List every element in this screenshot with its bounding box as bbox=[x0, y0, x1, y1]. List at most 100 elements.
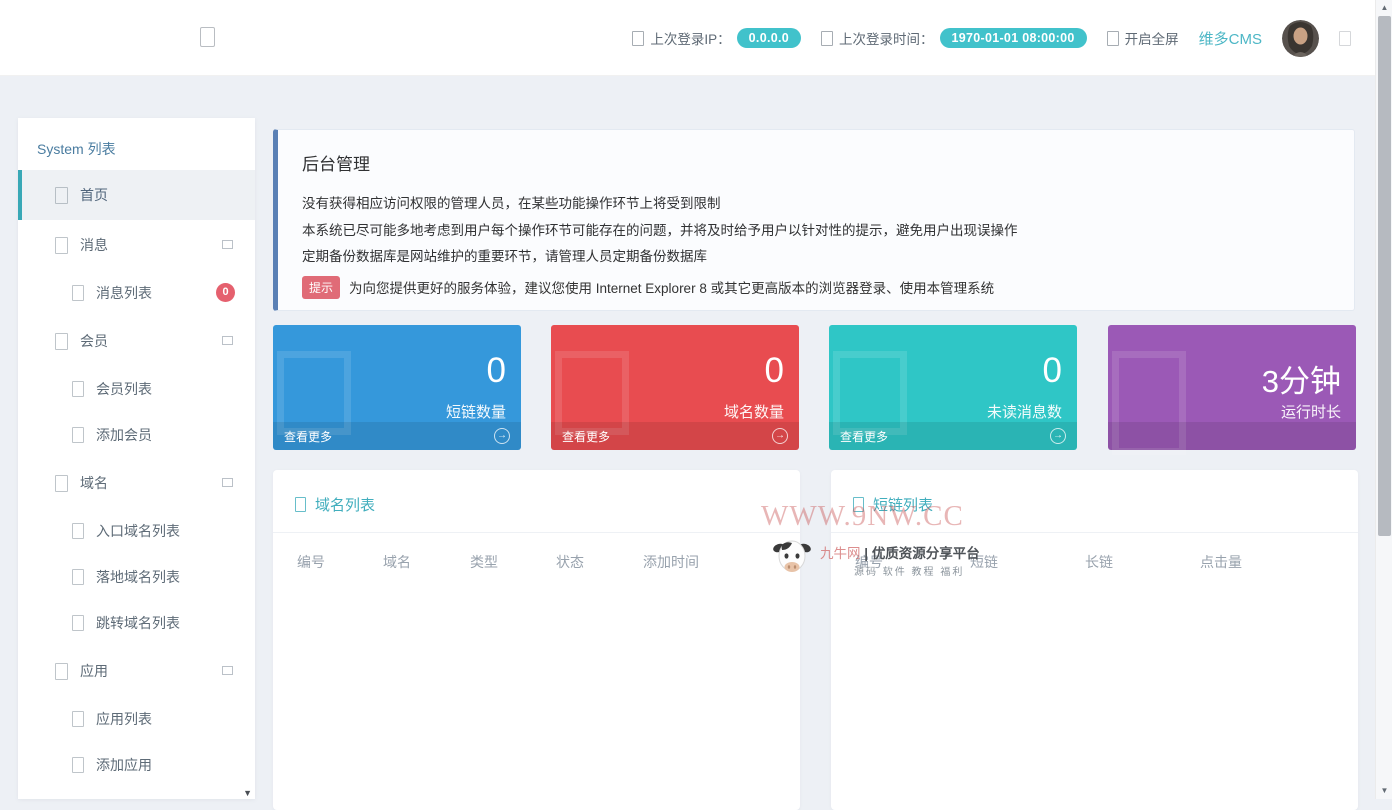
card-footer bbox=[1108, 422, 1356, 450]
list-icon bbox=[72, 615, 84, 631]
arrow-circle-icon[interactable]: → bbox=[1050, 428, 1066, 444]
column-header: 点击量 bbox=[1200, 552, 1242, 572]
stat-value: 0 bbox=[487, 351, 506, 391]
list-icon bbox=[72, 381, 84, 397]
last-login-time: 上次登录时间： 1970-01-01 08:00:00 bbox=[821, 28, 1087, 48]
sidebar-item-add-member[interactable]: 添加会员 bbox=[18, 412, 255, 458]
sidebar-item-redirect-domain-list[interactable]: 跳转域名列表 bbox=[18, 600, 255, 646]
sidebar-item-messages[interactable]: 消息 bbox=[18, 220, 255, 270]
stat-card-short-links: 0 短链数量 查看更多 → bbox=[273, 325, 521, 450]
globe-icon bbox=[55, 475, 68, 492]
sidebar-scroll-down-icon[interactable]: ▼ bbox=[243, 788, 252, 798]
sidebar-item-label: 应用 bbox=[80, 661, 108, 681]
sidebar-item-label: 跳转域名列表 bbox=[96, 613, 180, 633]
page-scrollbar[interactable]: ▲ ▼ bbox=[1375, 0, 1392, 799]
domain-list-panel: 域名列表 编号 域名 类型 状态 添加时间 bbox=[273, 470, 800, 810]
domain-list-title-row: 域名列表 bbox=[273, 470, 800, 515]
sidebar-item-members[interactable]: 会员 bbox=[18, 316, 255, 366]
add-icon bbox=[72, 427, 84, 443]
sidebar-item-member-list[interactable]: 会员列表 bbox=[18, 366, 255, 412]
column-header: 添加时间 bbox=[643, 552, 699, 572]
stat-value: 0 bbox=[765, 351, 784, 391]
column-header: 编号 bbox=[855, 552, 970, 572]
top-header: 上次登录IP： 0.0.0.0 上次登录时间： 1970-01-01 08:00… bbox=[0, 0, 1375, 76]
sidebar-item-add-app[interactable]: 添加应用 bbox=[18, 742, 255, 788]
sidebar-item-landing-domain-list[interactable]: 落地域名列表 bbox=[18, 554, 255, 600]
view-more-link[interactable]: 查看更多 → bbox=[551, 422, 799, 450]
column-header: 长链 bbox=[1085, 552, 1200, 572]
sidebar-item-label: 消息列表 bbox=[96, 283, 152, 303]
collapse-indicator-icon[interactable] bbox=[222, 336, 233, 345]
last-login-ip-label: 上次登录IP： bbox=[650, 28, 730, 48]
collapse-indicator-icon[interactable] bbox=[222, 478, 233, 487]
tip-row: 提示 为向您提供更好的服务体验，建议您使用 Internet Explorer … bbox=[302, 276, 1330, 299]
stat-value: 0 bbox=[1043, 351, 1062, 391]
message-icon bbox=[55, 237, 68, 254]
sidebar-item-label: 域名 bbox=[80, 473, 108, 493]
unread-count-badge: 0 bbox=[216, 283, 235, 302]
sidebar-item-entry-domain-list[interactable]: 入口域名列表 bbox=[18, 508, 255, 554]
sidebar-title: System 列表 bbox=[18, 118, 255, 170]
view-more-label: 查看更多 bbox=[840, 428, 888, 445]
header-dropdown-icon[interactable] bbox=[1339, 31, 1351, 46]
scrollbar-thumb[interactable] bbox=[1378, 16, 1391, 536]
fullscreen-button[interactable]: 开启全屏 bbox=[1107, 28, 1179, 48]
stat-label: 未读消息数 bbox=[987, 401, 1062, 422]
sidebar-item-label: 首页 bbox=[80, 185, 108, 205]
stat-label: 短链数量 bbox=[446, 401, 506, 422]
column-header: 短链 bbox=[970, 552, 1085, 572]
fullscreen-icon bbox=[1107, 31, 1119, 46]
view-more-link[interactable]: 查看更多 → bbox=[829, 422, 1077, 450]
avatar-photo bbox=[1282, 20, 1319, 57]
avatar[interactable] bbox=[1282, 20, 1319, 57]
sidebar-item-home[interactable]: 首页 bbox=[18, 170, 255, 220]
sidebar-item-message-list[interactable]: 消息列表 0 bbox=[18, 270, 255, 316]
panel-title: 短链列表 bbox=[873, 494, 933, 515]
view-more-label: 查看更多 bbox=[562, 428, 610, 445]
sidebar-item-label: 会员 bbox=[80, 331, 108, 351]
column-header: 编号 bbox=[297, 552, 383, 572]
home-icon bbox=[55, 187, 68, 204]
arrow-circle-icon[interactable]: → bbox=[494, 428, 510, 444]
collapse-indicator-icon[interactable] bbox=[222, 240, 233, 249]
column-header: 域名 bbox=[383, 552, 470, 572]
clock-icon bbox=[821, 31, 833, 46]
scroll-down-icon[interactable]: ▼ bbox=[1376, 783, 1392, 799]
view-more-link[interactable]: 查看更多 → bbox=[273, 422, 521, 450]
add-icon bbox=[72, 757, 84, 773]
sidebar-item-label: 会员列表 bbox=[96, 379, 152, 399]
list-icon bbox=[72, 569, 84, 585]
last-login-time-badge: 1970-01-01 08:00:00 bbox=[940, 28, 1087, 48]
sidebar-item-apps[interactable]: 应用 bbox=[18, 646, 255, 696]
stat-label: 域名数量 bbox=[724, 401, 784, 422]
arrow-circle-icon[interactable]: → bbox=[772, 428, 788, 444]
welcome-panel: 后台管理 没有获得相应访问权限的管理人员，在某些功能操作环节上将受到限制 本系统… bbox=[273, 129, 1355, 311]
menu-toggle-icon[interactable] bbox=[200, 27, 215, 47]
scroll-up-icon[interactable]: ▲ bbox=[1376, 0, 1392, 16]
welcome-line: 定期备份数据库是网站维护的重要环节，请管理人员定期备份数据库 bbox=[302, 244, 1330, 271]
sidebar-item-label: 添加会员 bbox=[96, 425, 152, 445]
stat-value: 3分钟 bbox=[1262, 356, 1341, 401]
list-icon bbox=[72, 523, 84, 539]
sidebar-item-label: 添加应用 bbox=[96, 755, 152, 775]
tip-text: 为向您提供更好的服务体验，建议您使用 Internet Explorer 8 或… bbox=[349, 277, 994, 297]
last-login-ip-badge: 0.0.0.0 bbox=[737, 28, 801, 48]
short-link-table-header: 编号 短链 长链 点击量 bbox=[831, 533, 1358, 572]
sidebar-item-label: 入口域名列表 bbox=[96, 521, 180, 541]
column-header: 状态 bbox=[556, 552, 643, 572]
list-icon bbox=[72, 285, 84, 301]
domain-table-header: 编号 域名 类型 状态 添加时间 bbox=[273, 533, 800, 572]
ip-icon bbox=[632, 31, 644, 46]
list-icon bbox=[72, 711, 84, 727]
collapse-indicator-icon[interactable] bbox=[222, 666, 233, 675]
view-more-label: 查看更多 bbox=[284, 428, 332, 445]
sidebar-item-domains[interactable]: 域名 bbox=[18, 458, 255, 508]
page-title: 后台管理 bbox=[302, 150, 1330, 175]
sidebar-item-app-list[interactable]: 应用列表 bbox=[18, 696, 255, 742]
brand-link[interactable]: 维多CMS bbox=[1199, 28, 1262, 49]
sidebar-item-label: 落地域名列表 bbox=[96, 567, 180, 587]
short-link-list-title-row: 短链列表 bbox=[831, 470, 1358, 515]
user-icon bbox=[55, 333, 68, 350]
fullscreen-label: 开启全屏 bbox=[1125, 28, 1179, 48]
column-header: 类型 bbox=[470, 552, 556, 572]
